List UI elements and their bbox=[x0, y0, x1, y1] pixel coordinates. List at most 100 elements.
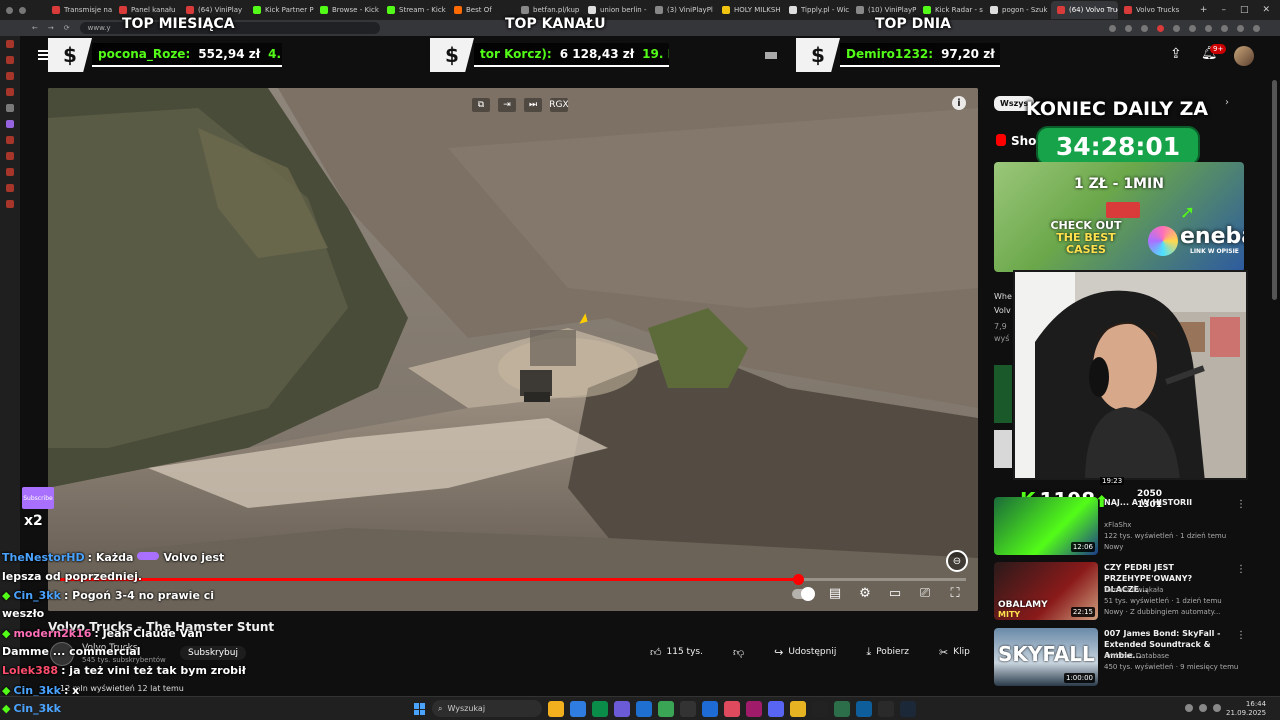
minimize-icon[interactable]: – bbox=[1221, 5, 1226, 15]
app-icon[interactable] bbox=[878, 701, 894, 717]
app-icon[interactable] bbox=[812, 701, 828, 717]
subtitles-icon[interactable]: ▤ bbox=[826, 586, 844, 601]
rec-thumbnail[interactable]: OBALAMY MITY 22:15 bbox=[994, 562, 1098, 620]
rec-channel[interactable]: Ambient Database bbox=[1104, 652, 1169, 660]
sidebar-app-icon[interactable] bbox=[6, 136, 14, 144]
back-icon[interactable]: ← bbox=[32, 24, 38, 32]
sidebar-app-icon[interactable] bbox=[6, 56, 14, 64]
more-options-icon[interactable]: ⋮ bbox=[1236, 564, 1246, 575]
browser-tab[interactable]: (3) ViniPlayPl bbox=[649, 1, 716, 19]
extension-icon[interactable] bbox=[1141, 24, 1148, 32]
sidebar-app-icon[interactable] bbox=[6, 88, 14, 96]
browser-tab[interactable]: (64) Volvo Trucks - bbox=[1051, 1, 1118, 19]
browser-tab[interactable]: Tipply.pl - Wic bbox=[783, 1, 850, 19]
browser-tab[interactable]: Stream - Kick bbox=[381, 1, 448, 19]
share-button[interactable]: ↪ Udostępnij bbox=[774, 646, 836, 659]
extension-icon[interactable] bbox=[1109, 24, 1116, 32]
windows-start-icon[interactable] bbox=[414, 703, 426, 715]
browser-tab[interactable]: Volvo Trucks bbox=[1118, 1, 1185, 19]
app-icon[interactable] bbox=[658, 701, 674, 717]
rgx-icon[interactable]: RGX bbox=[549, 98, 569, 112]
sidebar-app-icon[interactable] bbox=[6, 200, 14, 208]
recommendation-item[interactable]: SKYFALL 1:00:00 007 James Bond: SkyFall - … bbox=[994, 628, 1246, 688]
sidebar-app-icon[interactable] bbox=[6, 152, 14, 160]
discord-icon[interactable] bbox=[768, 701, 784, 717]
steam-icon[interactable] bbox=[900, 701, 916, 717]
browser-tab[interactable]: Transmisje na bbox=[46, 1, 113, 19]
app-icon[interactable] bbox=[636, 701, 652, 717]
rec-partial-thumb[interactable] bbox=[994, 365, 1012, 423]
forward-icon[interactable]: → bbox=[48, 24, 54, 32]
maximize-icon[interactable]: □ bbox=[1240, 5, 1249, 15]
app-icon[interactable] bbox=[746, 701, 762, 717]
sidebar-app-icon[interactable] bbox=[6, 120, 14, 128]
subscribe-button[interactable]: Subskrybuj bbox=[180, 646, 246, 660]
sidebar-app-icon[interactable] bbox=[6, 184, 14, 192]
sidebar-app-icon[interactable] bbox=[6, 168, 14, 176]
file-explorer-icon[interactable] bbox=[548, 701, 564, 717]
progress-bar[interactable] bbox=[60, 578, 966, 581]
more-options-icon[interactable] bbox=[1253, 24, 1260, 32]
close-window-icon[interactable]: ✕ bbox=[1262, 5, 1270, 15]
app-icon[interactable] bbox=[856, 701, 872, 717]
rec-thumbnail[interactable]: SKYFALL 1:00:00 bbox=[994, 628, 1098, 686]
tray-icon[interactable] bbox=[1213, 704, 1221, 712]
tab-search-icon[interactable] bbox=[19, 6, 26, 14]
create-icon[interactable]: ⇪ bbox=[1170, 46, 1182, 62]
rec-title[interactable]: NAJ... A W HISTORII bbox=[1104, 497, 1234, 508]
app-icon[interactable] bbox=[680, 701, 696, 717]
more-options-icon[interactable]: ⋮ bbox=[1236, 499, 1246, 510]
extension-icon[interactable] bbox=[1125, 24, 1132, 32]
rec-channel[interactable]: xFlaShx bbox=[1104, 521, 1131, 529]
browser-tab[interactable]: HOLY MILKSH bbox=[716, 1, 783, 19]
app-icon[interactable] bbox=[790, 701, 806, 717]
new-tab-icon[interactable]: + bbox=[1200, 5, 1208, 15]
sidebar-app-icon[interactable] bbox=[6, 104, 14, 112]
sidebar-app-icon[interactable] bbox=[6, 40, 14, 48]
chevron-right-icon[interactable]: › bbox=[1225, 97, 1229, 108]
extension-icon[interactable] bbox=[1173, 24, 1180, 32]
reload-icon[interactable]: ⟳ bbox=[64, 24, 70, 32]
taskbar-search[interactable]: ⌕ Wyszukaj bbox=[432, 700, 542, 717]
dislike-button[interactable]: 👎︎ bbox=[733, 646, 744, 659]
rec-channel[interactable]: Tomasz Ćwiąkała bbox=[1104, 586, 1163, 594]
autoplay-icon[interactable]: ⊖ bbox=[946, 550, 968, 572]
rec-partial-thumb[interactable] bbox=[994, 430, 1012, 468]
app-icon[interactable] bbox=[702, 701, 718, 717]
browser-tab[interactable]: Kick Partner P bbox=[247, 1, 314, 19]
video-player[interactable]: ⧉ ⇥ ⏭ RGX i ⊖ ▤ ⚙ ▭ ⎚ ⛶ bbox=[48, 88, 978, 611]
sidebar-app-icon[interactable] bbox=[6, 72, 14, 80]
profile-icon[interactable] bbox=[1237, 24, 1244, 32]
page-scrollbar[interactable] bbox=[1272, 80, 1277, 300]
browser-tab[interactable]: pogon - Szuk bbox=[984, 1, 1051, 19]
browser-menu-icon[interactable] bbox=[6, 6, 13, 14]
exit-icon[interactable]: ⇥ bbox=[498, 98, 516, 112]
taskbar-clock[interactable]: 16:44 21.09.2025 bbox=[1226, 700, 1266, 718]
extension-icon[interactable] bbox=[1157, 24, 1164, 32]
more-options-icon[interactable]: ⋮ bbox=[1236, 630, 1246, 641]
extension-icon[interactable] bbox=[1205, 24, 1212, 32]
app-icon[interactable] bbox=[614, 701, 630, 717]
tray-icon[interactable] bbox=[1185, 704, 1193, 712]
theater-mode-icon[interactable]: ▭ bbox=[886, 586, 904, 601]
app-icon[interactable] bbox=[724, 701, 740, 717]
browser-icon[interactable] bbox=[592, 701, 608, 717]
extension-icon[interactable] bbox=[1221, 24, 1228, 32]
download-button[interactable]: ⤓ Pobierz bbox=[866, 645, 909, 659]
clip-button[interactable]: ✂ Klip bbox=[939, 646, 970, 659]
recommendation-item[interactable]: OBALAMY MITY 22:15 CZY PEDRI JEST PRZEHYPE'… bbox=[994, 562, 1246, 622]
recommendation-item[interactable]: 12:06 NAJ... A W HISTORII xFlaShx 122 tys. … bbox=[994, 497, 1246, 557]
cast-icon[interactable]: ⎚ bbox=[916, 586, 934, 601]
miniplayer-icon[interactable]: ⧉ bbox=[472, 98, 490, 112]
rec-thumbnail[interactable]: 12:06 bbox=[994, 497, 1098, 555]
extension-icon[interactable] bbox=[1189, 24, 1196, 32]
skip-next-icon[interactable]: ⏭ bbox=[524, 98, 542, 112]
avatar[interactable] bbox=[1234, 46, 1254, 66]
app-icon[interactable] bbox=[570, 701, 586, 717]
autoplay-toggle[interactable] bbox=[792, 586, 815, 601]
browser-tab[interactable]: Browse - Kick bbox=[314, 1, 381, 19]
info-icon[interactable]: i bbox=[952, 96, 966, 110]
tray-icon[interactable] bbox=[1199, 704, 1207, 712]
like-button[interactable]: 👍︎ 115 tys. bbox=[650, 646, 703, 659]
fullscreen-icon[interactable]: ⛶ bbox=[946, 586, 964, 601]
